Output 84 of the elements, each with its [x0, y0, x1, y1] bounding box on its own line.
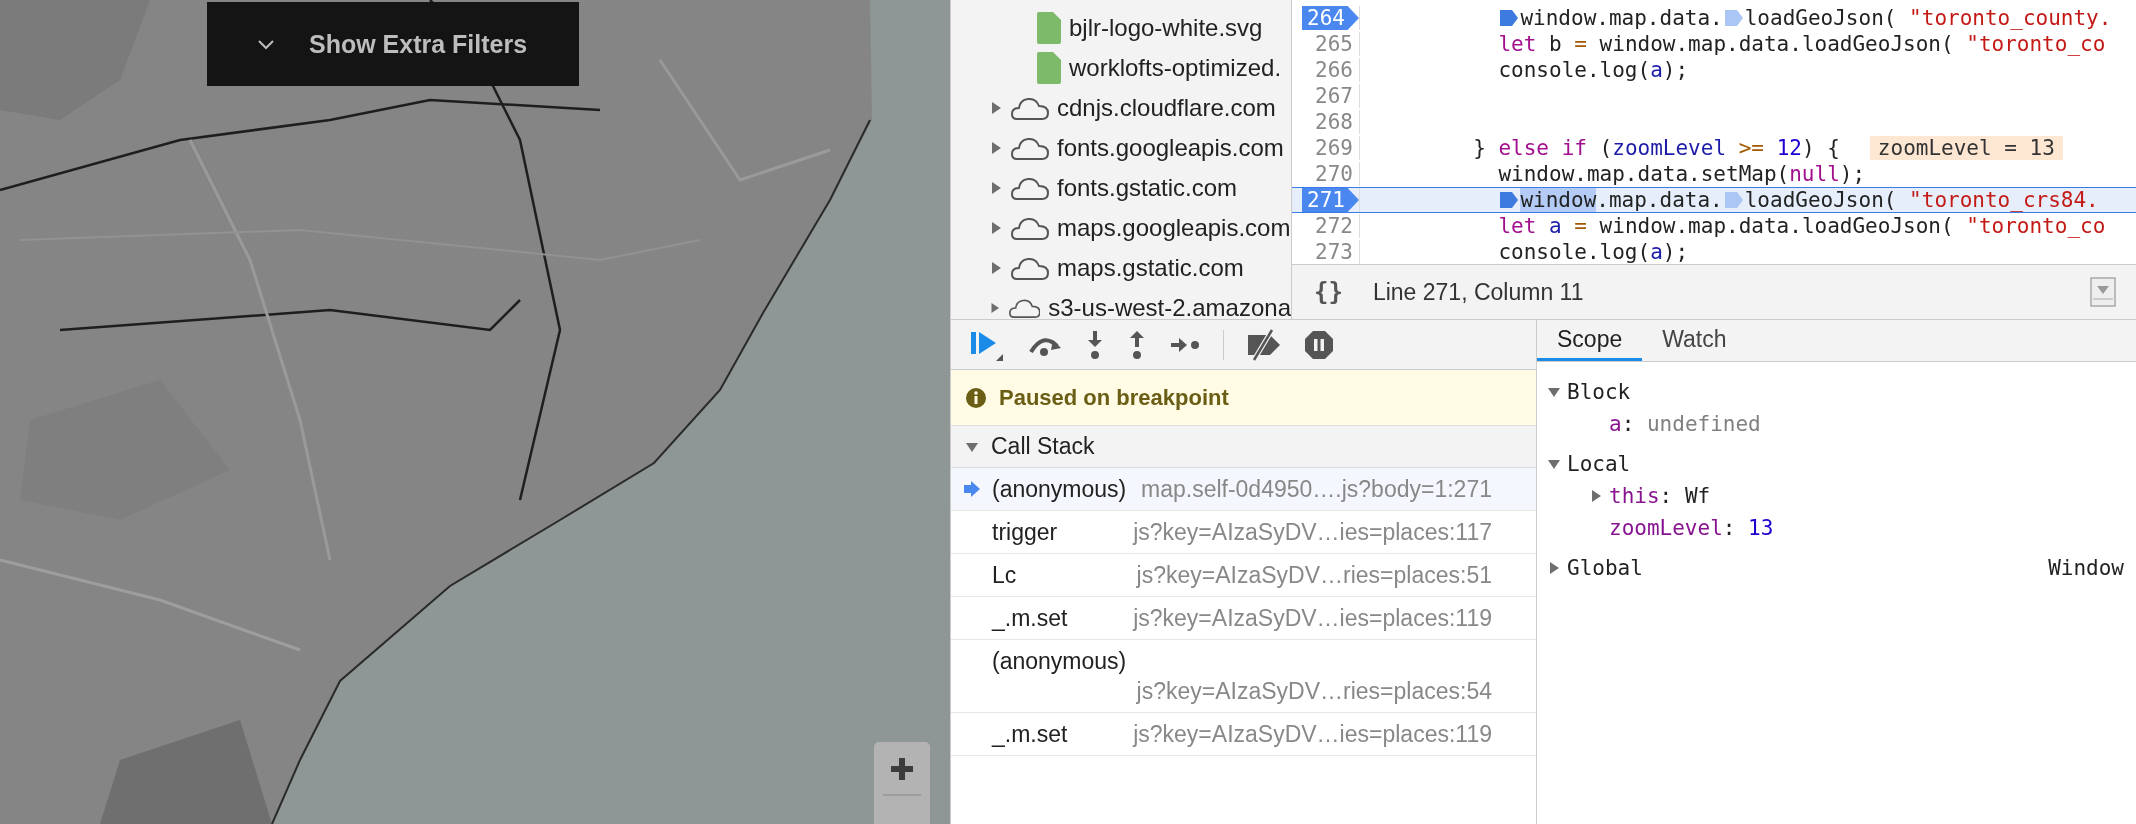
expanded-triangle-icon[interactable]	[1547, 385, 1561, 399]
domain-name[interactable]: maps.googleapis.com	[1057, 214, 1291, 242]
sidebar-tab[interactable]: Watch	[1642, 320, 1747, 361]
collapsed-triangle-icon[interactable]	[1589, 489, 1603, 503]
file-icon	[1037, 52, 1061, 84]
paused-message: Paused on breakpoint	[999, 384, 1229, 411]
collapsed-triangle-icon[interactable]	[989, 141, 1003, 155]
scope-variable: this: Wf	[1609, 484, 1711, 508]
scope-name[interactable]: Global	[1567, 556, 1643, 580]
button-label: Show Extra Filters	[309, 29, 528, 59]
code-text: console.log(a);	[1498, 58, 1689, 82]
file-name[interactable]: worklofts-optimized.	[1069, 54, 1282, 82]
code-text: loadGeoJson( "toronto_county.	[1744, 6, 2112, 30]
line-number[interactable]: 269	[1302, 136, 1359, 160]
inline-value: zoomLevel = 13	[1869, 136, 2063, 160]
inline-breakpoint-icon[interactable]	[1499, 8, 1520, 28]
cursor-position: Line 271, Column 11	[1372, 278, 1585, 306]
line-number[interactable]: 272	[1302, 214, 1359, 238]
collapsed-triangle-icon[interactable]	[989, 261, 1003, 275]
cloud-icon	[1011, 135, 1049, 161]
scope-variable: zoomLevel: 13	[1609, 516, 1774, 540]
sidebar-tab[interactable]: Scope	[1537, 320, 1643, 361]
domain-name[interactable]: fonts.googleapis.com	[1057, 134, 1284, 162]
call-frame[interactable]: (anonymous) map.self-0d4950….js?body=1:271	[951, 468, 1536, 511]
current-frame-arrow-icon	[963, 480, 981, 498]
plus-icon[interactable]	[891, 758, 913, 780]
cloud-icon	[1011, 175, 1049, 201]
scope-name[interactable]: Local	[1567, 452, 1631, 476]
code-text: .map.data.	[1596, 188, 1723, 212]
line-number[interactable]: 273	[1302, 240, 1359, 264]
source-location[interactable]: js?key=AIzaSyDV…ies=places:119	[1133, 603, 1492, 633]
source-location[interactable]: js?key=AIzaSyDV…ies=places:117	[1133, 517, 1492, 547]
show-filters-button[interactable]: Show Extra Filters	[207, 2, 579, 86]
expanded-triangle-icon[interactable]	[1547, 457, 1561, 471]
line-number[interactable]: 270	[1302, 162, 1359, 186]
scope-name[interactable]: Block	[1567, 380, 1631, 404]
cloud-icon	[1011, 255, 1049, 281]
call-stack-header[interactable]: Call Stack	[951, 426, 1536, 468]
collapsed-triangle-icon[interactable]	[1547, 561, 1561, 575]
scope-value: Window	[2048, 556, 2124, 580]
domain-name[interactable]: maps.gstatic.com	[1057, 254, 1244, 282]
scope-variable: a: undefined	[1609, 412, 1761, 436]
inline-breakpoint-icon[interactable]	[1499, 190, 1520, 210]
code-text: window.map.data.setMap(null);	[1498, 162, 1866, 186]
file-icon	[1037, 12, 1061, 44]
selected-text: window	[1520, 188, 1597, 212]
code-text: let a = window.map.data.loadGeoJson( "toronto_co	[1498, 214, 2106, 238]
breakpoint-marker[interactable]: 271	[1302, 188, 1359, 212]
file-name[interactable]: bjlr-logo-white.svg	[1069, 14, 1263, 42]
cloud-icon	[1011, 95, 1049, 121]
collapsed-triangle-icon[interactable]	[989, 181, 1003, 195]
source-location[interactable]: js?key=AIzaSyDV…ries=places:51	[1136, 560, 1492, 590]
code-text: } else if (zoomLevel >= 12) {	[1473, 136, 1840, 160]
line-number[interactable]: 266	[1302, 58, 1359, 82]
code-text: window.map.data.	[1520, 6, 1723, 30]
cloud-icon	[1011, 215, 1049, 241]
function-name: Lc	[992, 561, 1017, 590]
function-name: _.m.set	[992, 604, 1068, 633]
code-text: loadGeoJson( "toronto_crs84.	[1744, 188, 2099, 212]
function-name: (anonymous)	[992, 647, 1127, 676]
panel-toggle-icon[interactable]	[2090, 277, 2116, 307]
line-number[interactable]: 268	[1302, 110, 1359, 134]
collapsed-triangle-icon[interactable]	[989, 221, 1003, 235]
info-icon	[965, 386, 987, 409]
line-number[interactable]: 267	[1302, 84, 1359, 108]
source-location[interactable]: js?key=AIzaSyDV…ies=places:119	[1133, 719, 1492, 749]
function-name: trigger	[992, 518, 1058, 547]
domain-name[interactable]: cdnjs.cloudflare.com	[1057, 94, 1276, 122]
function-name: (anonymous)	[992, 475, 1127, 504]
collapsed-triangle-icon[interactable]	[989, 301, 1001, 315]
source-location[interactable]: js?key=AIzaSyDV…ries=places:54	[1136, 676, 1492, 706]
chevron-down-icon	[257, 38, 275, 50]
collapsed-triangle-icon[interactable]	[989, 101, 1003, 115]
pause-icon[interactable]	[1304, 329, 1334, 360]
code-text: console.log(a);	[1498, 240, 1689, 264]
domain-name[interactable]: fonts.gstatic.com	[1057, 174, 1238, 202]
domain-name[interactable]: s3-us-west-2.amazona	[1048, 294, 1291, 319]
function-name: _.m.set	[992, 720, 1068, 749]
code-text: let b = window.map.data.loadGeoJson( "toronto_co	[1498, 32, 2106, 56]
pretty-print-button[interactable]: {}	[1314, 278, 1343, 306]
breakpoint-marker[interactable]: 264	[1302, 6, 1359, 30]
deactivate-breakpoints-icon[interactable]	[1246, 328, 1282, 361]
section-title: Call Stack	[991, 433, 1095, 460]
line-number[interactable]: 265	[1302, 32, 1359, 56]
